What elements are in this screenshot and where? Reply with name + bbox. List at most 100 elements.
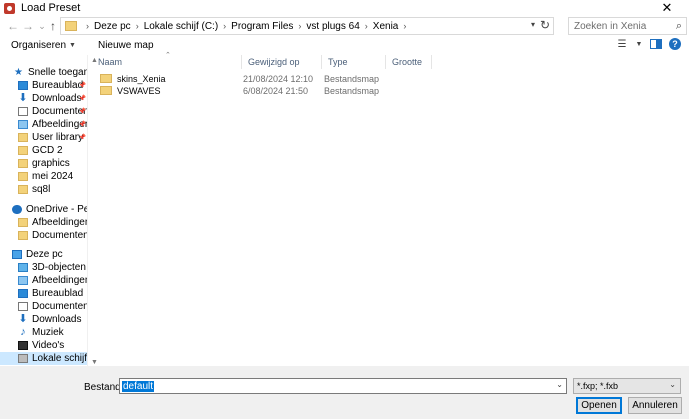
table-row[interactable]: VSWAVES 6/08/2024 21:50 Bestandsmap xyxy=(92,84,432,97)
sidebar-item[interactable]: Deze pc xyxy=(12,248,87,261)
sidebar-item[interactable]: Bureaublad xyxy=(18,287,87,300)
drive-icon xyxy=(18,354,28,363)
search-input[interactable]: Zoeken in Xenia ⌕ xyxy=(568,17,687,35)
chevron-down-icon: ▼ xyxy=(69,41,76,49)
sidebar-item-label: Documenten xyxy=(32,301,88,312)
column-header-name[interactable]: Naam ⌃ xyxy=(92,52,242,69)
search-placeholder: Zoeken in Xenia xyxy=(574,20,647,32)
sidebar-item-label: User library xyxy=(32,132,84,143)
filename-value[interactable]: default xyxy=(122,380,155,392)
sidebar-item-label: Deze pc xyxy=(26,249,63,260)
sidebar-item[interactable]: Bureaublad 📌 xyxy=(18,79,87,92)
up-button[interactable]: ↑ xyxy=(46,18,60,34)
sidebar-item-label: graphics xyxy=(32,158,70,169)
chevron-down-icon[interactable]: ⌄ xyxy=(556,380,563,389)
sidebar-item[interactable]: mei 2024 xyxy=(18,170,87,183)
sidebar-item-label: Video's xyxy=(32,340,65,351)
open-button[interactable]: Openen xyxy=(576,397,622,414)
sidebar-item[interactable]: graphics xyxy=(18,157,87,170)
preview-pane-button[interactable] xyxy=(649,38,663,50)
sidebar-item[interactable]: Afbeeldingen xyxy=(18,274,87,287)
sidebar-item-label: OneDrive - Persor xyxy=(26,204,87,215)
new-folder-button[interactable]: Nieuwe map xyxy=(98,40,154,51)
breadcrumb-item[interactable]: Lokale schijf (C:) xyxy=(144,21,218,32)
cancel-button[interactable]: Annuleren xyxy=(628,397,682,414)
app-icon xyxy=(4,2,15,14)
sidebar-item[interactable]: 3D-objecten xyxy=(18,261,87,274)
address-bar[interactable]: › Deze pc › Lokale schijf (C:) › Program… xyxy=(60,17,554,35)
music-icon: ♪ xyxy=(20,326,26,338)
new-folder-label: Nieuwe map xyxy=(97,39,154,51)
sidebar-item[interactable]: ⬇ Downloads xyxy=(18,313,87,326)
column-header-size[interactable]: Grootte xyxy=(386,55,432,69)
chevron-right-icon[interactable]: › xyxy=(298,21,301,31)
sidebar-item[interactable]: Afbeeldingen xyxy=(18,216,87,229)
sidebar-item[interactable]: Documenten xyxy=(18,229,87,242)
view-options-icon[interactable]: ☰ xyxy=(615,38,629,50)
sidebar-item[interactable]: GCD 2 xyxy=(18,144,87,157)
refresh-icon[interactable]: ↻ xyxy=(540,18,550,32)
sidebar-item-label: Downloads xyxy=(32,314,82,325)
address-row: ← → ⌄ ↑ › Deze pc › Lokale schijf (C:) ›… xyxy=(0,16,689,36)
cloud-icon xyxy=(12,205,22,214)
chevron-down-icon[interactable]: ▼ xyxy=(635,38,643,50)
sidebar-item[interactable]: sq8l xyxy=(18,183,87,196)
filetype-value: *.fxp; *.fxb xyxy=(577,381,619,391)
folder-icon xyxy=(18,172,28,181)
cube-icon xyxy=(18,263,28,272)
sidebar-item-label: Bureaublad xyxy=(32,288,84,299)
sidebar-item[interactable]: ♪ Muziek xyxy=(18,326,87,339)
folder-icon xyxy=(18,133,28,142)
computer-icon xyxy=(12,250,22,259)
file-name: skins_Xenia xyxy=(117,73,166,84)
chevron-down-icon[interactable]: ⌄ xyxy=(669,380,676,389)
navigation-pane[interactable]: ★Snelle toegangBureaublad📌⬇Downloads📌Doc… xyxy=(0,55,88,366)
help-icon[interactable]: ? xyxy=(669,38,681,50)
sidebar-item[interactable]: Lokale schijf (C:) xyxy=(0,352,87,365)
forward-button[interactable]: → xyxy=(21,18,35,34)
sidebar-item-label: Snelle toegang xyxy=(28,67,87,78)
breadcrumb-item[interactable]: Deze pc xyxy=(94,21,131,32)
filetype-select[interactable]: *.fxp; *.fxb ⌄ xyxy=(573,378,681,394)
star-icon: ★ xyxy=(14,67,23,78)
chevron-down-icon[interactable]: ▾ xyxy=(531,20,535,29)
breadcrumb-item[interactable]: Program Files xyxy=(231,21,293,32)
filename-input[interactable]: default ⌄ xyxy=(119,378,567,394)
sidebar-item[interactable]: Documenten xyxy=(18,300,88,313)
breadcrumb-item[interactable]: Xenia xyxy=(373,21,399,32)
command-bar: Organiseren ▼ Nieuwe map ☰ ▼ ? xyxy=(0,36,689,54)
folder-icon xyxy=(100,74,112,83)
file-type: Bestandsmap xyxy=(324,85,380,96)
pin-icon: 📌 xyxy=(78,83,86,89)
chevron-right-icon[interactable]: › xyxy=(136,21,139,31)
sidebar-item[interactable]: ★ Snelle toegang xyxy=(14,66,87,79)
search-icon: ⌕ xyxy=(675,20,682,32)
sidebar-item[interactable]: Documenten 📌 xyxy=(18,105,87,118)
breadcrumb-item[interactable]: vst plugs 64 xyxy=(306,21,359,32)
organize-button[interactable]: Organiseren ▼ xyxy=(11,40,76,51)
chevron-right-icon[interactable]: › xyxy=(223,21,226,31)
folder-icon xyxy=(18,159,28,168)
bottom-panel: Bestandsnaam: default ⌄ *.fxp; *.fxb ⌄ O… xyxy=(0,366,689,419)
sidebar-item[interactable]: OneDrive - Persor xyxy=(12,203,87,216)
sidebar-item-label: Muziek xyxy=(32,327,64,338)
chevron-right-icon[interactable]: › xyxy=(365,21,368,31)
column-header-type[interactable]: Type xyxy=(322,55,386,69)
folder-icon xyxy=(65,21,77,31)
chevron-right-icon[interactable]: › xyxy=(403,21,406,31)
close-button[interactable]: ✕ xyxy=(645,0,689,16)
file-list[interactable]: Naam ⌃ Gewijzigd op Type Grootte skins_X… xyxy=(92,52,689,366)
sidebar-item[interactable]: Video's xyxy=(18,339,87,352)
back-button[interactable]: ← xyxy=(6,18,20,34)
download-icon: ⬇ xyxy=(18,92,28,104)
column-header-modified[interactable]: Gewijzigd op xyxy=(242,55,322,69)
download-icon: ⬇ xyxy=(18,313,28,325)
sidebar-item[interactable]: ⬇ Downloads 📌 xyxy=(18,92,87,105)
folder-icon xyxy=(100,86,112,95)
pin-icon: 📌 xyxy=(78,122,86,128)
sidebar-item[interactable]: Afbeeldingen 📌 xyxy=(18,118,87,131)
pin-icon: 📌 xyxy=(78,96,86,102)
sidebar-item-label: mei 2024 xyxy=(32,171,74,182)
sidebar-item[interactable]: User library 📌 xyxy=(18,131,87,144)
sidebar-item-label: GCD 2 xyxy=(32,145,63,156)
